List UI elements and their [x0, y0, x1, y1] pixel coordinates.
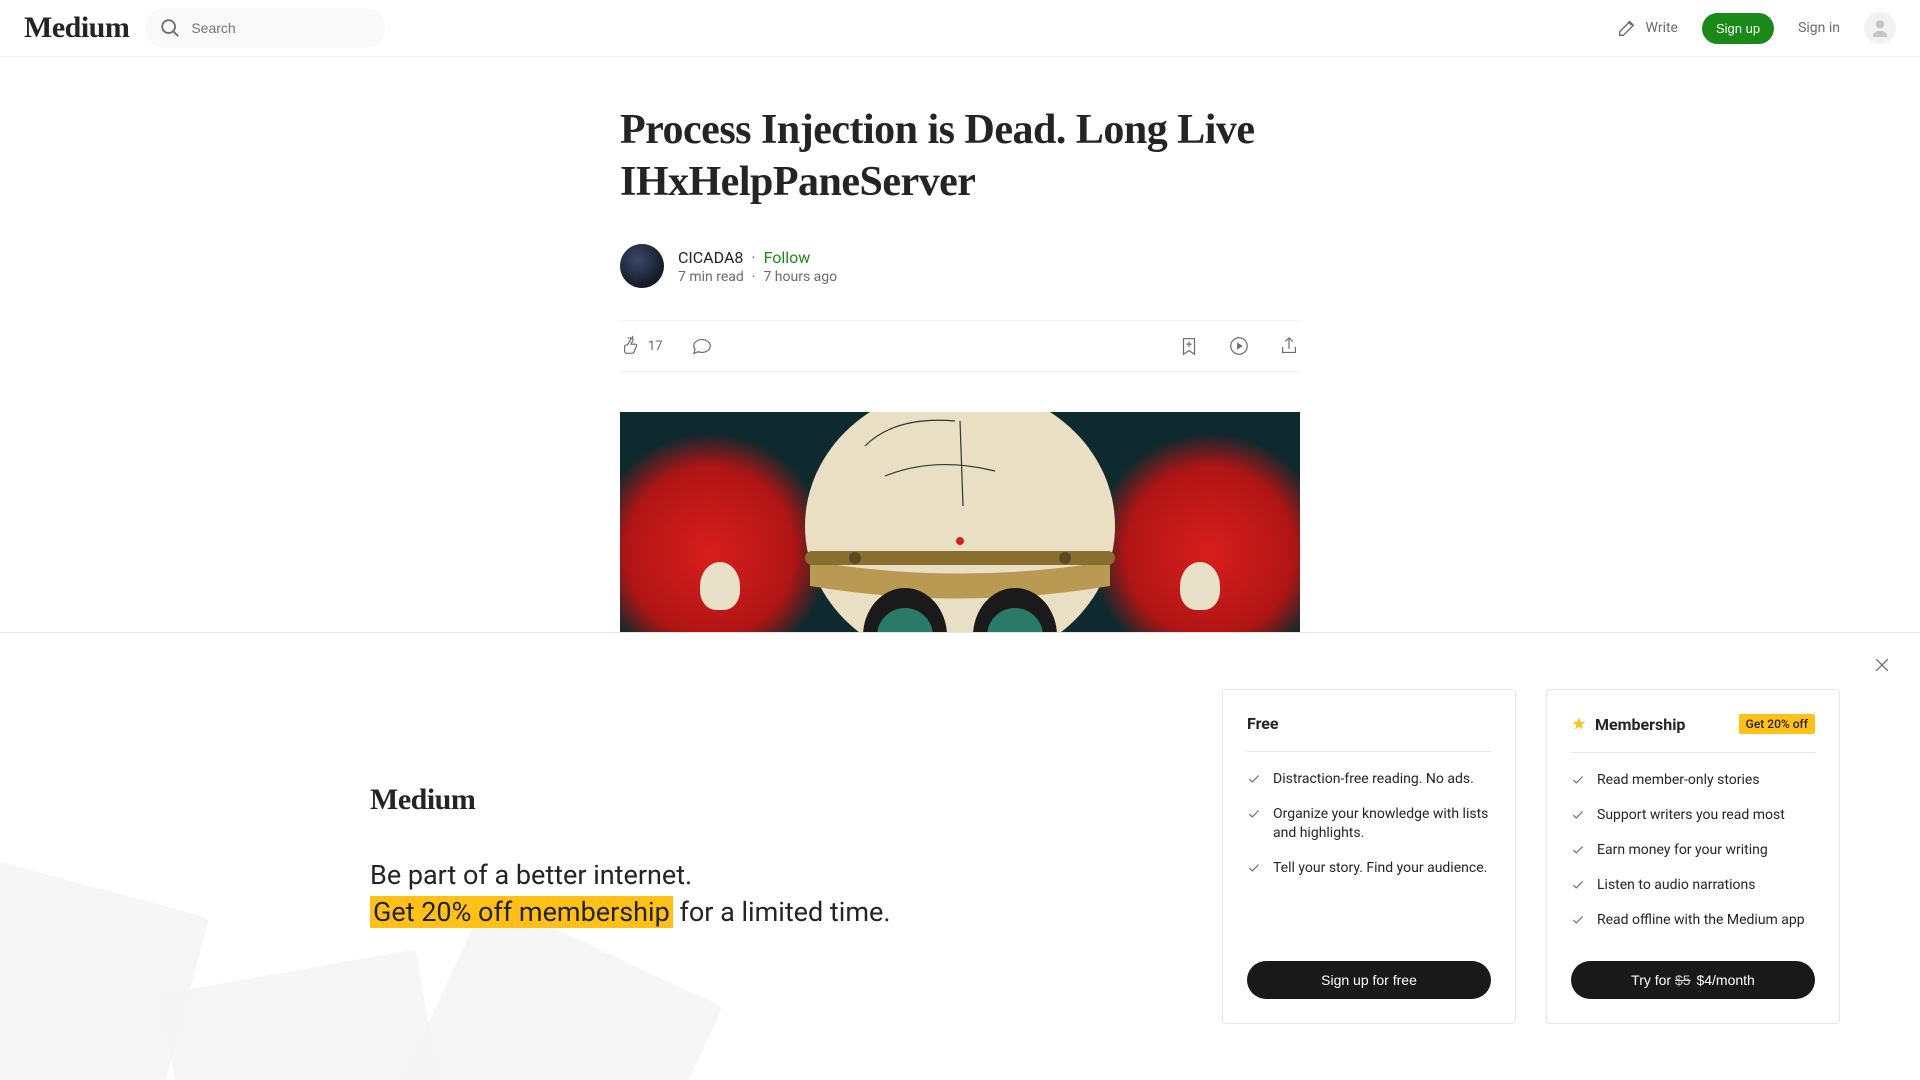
check-icon	[1571, 878, 1585, 892]
check-icon	[1247, 807, 1261, 821]
check-icon	[1571, 913, 1585, 927]
cta-prefix: Try for	[1631, 972, 1675, 988]
list-item: Distraction-free reading. No ads.	[1247, 770, 1491, 789]
article-title: Process Injection is Dead. Long Live IHx…	[620, 105, 1300, 208]
membership-promo-panel: Medium Be part of a better internet. Get…	[0, 632, 1920, 1080]
promo-left: Medium Be part of a better internet. Get…	[0, 633, 1222, 1080]
star-icon	[1571, 716, 1587, 732]
promo-tagline: Be part of a better internet. Get 20% of…	[370, 857, 1222, 930]
comment-icon	[691, 335, 713, 357]
write-link[interactable]: Write	[1616, 17, 1678, 39]
list-item: Read offline with the Medium app	[1571, 911, 1815, 930]
list-item: Earn money for your writing	[1571, 841, 1815, 860]
published-time: 7 hours ago	[763, 269, 837, 285]
write-icon	[1616, 17, 1638, 39]
byline: CICADA8 · Follow 7 min read · 7 hours ag…	[620, 244, 1300, 288]
benefit-text: Tell your story. Find your audience.	[1273, 859, 1487, 878]
site-header: Medium Write Sign up Sign in	[0, 0, 1920, 57]
anon-avatar[interactable]	[1864, 12, 1896, 44]
site-logo[interactable]: Medium	[24, 11, 129, 45]
free-benefits-list: Distraction-free reading. No ads. Organi…	[1247, 752, 1491, 945]
search-input[interactable]	[191, 20, 371, 36]
membership-card-title: Membership	[1595, 715, 1685, 734]
discount-badge: Get 20% off	[1739, 714, 1815, 734]
cta-price: $4/month	[1693, 972, 1755, 988]
promo-tagline-suffix: for a limited time.	[673, 896, 891, 928]
author-avatar[interactable]	[620, 244, 664, 288]
signin-link[interactable]: Sign in	[1798, 20, 1840, 36]
free-plan-card: Free Distraction-free reading. No ads. O…	[1222, 689, 1516, 1024]
write-label: Write	[1646, 20, 1678, 36]
follow-link[interactable]: Follow	[764, 248, 811, 267]
benefit-text: Read offline with the Medium app	[1597, 911, 1805, 930]
check-icon	[1571, 808, 1585, 822]
signup-button[interactable]: Sign up	[1702, 13, 1774, 44]
list-item: Listen to audio narrations	[1571, 876, 1815, 895]
clap-count: 17	[648, 339, 663, 354]
cta-strike-price: $5	[1675, 972, 1691, 988]
membership-try-button[interactable]: Try for $5 $4/month	[1571, 961, 1815, 999]
check-icon	[1247, 861, 1261, 875]
bookmark-add-icon	[1178, 335, 1200, 357]
benefit-text: Read member-only stories	[1597, 771, 1760, 790]
free-card-title: Free	[1247, 714, 1279, 733]
promo-close-button[interactable]	[1872, 655, 1892, 679]
clap-button[interactable]: 17	[620, 335, 663, 357]
benefit-text: Distraction-free reading. No ads.	[1273, 770, 1474, 789]
check-icon	[1247, 772, 1261, 786]
list-item: Support writers you read most	[1571, 806, 1815, 825]
list-item: Tell your story. Find your audience.	[1247, 859, 1491, 878]
promo-tagline-highlight: Get 20% off membership	[370, 896, 673, 928]
promo-tagline-line1: Be part of a better internet.	[370, 859, 692, 891]
free-signup-button[interactable]: Sign up for free	[1247, 961, 1491, 999]
listen-button[interactable]	[1228, 335, 1250, 357]
header-right: Write Sign up Sign in	[1616, 12, 1896, 44]
search-icon	[159, 17, 181, 39]
promo-logo: Medium	[370, 783, 1206, 817]
separator-dot: ·	[751, 248, 755, 267]
search-box[interactable]	[145, 8, 385, 48]
person-icon	[1869, 17, 1891, 39]
membership-plan-card: Membership Get 20% off Read member-only …	[1546, 689, 1840, 1024]
bookmark-button[interactable]	[1178, 335, 1200, 357]
list-item: Read member-only stories	[1571, 771, 1815, 790]
author-name[interactable]: CICADA8	[678, 248, 743, 267]
clap-icon	[620, 335, 642, 357]
benefit-text: Organize your knowledge with lists and h…	[1273, 805, 1491, 843]
benefit-text: Support writers you read most	[1597, 806, 1785, 825]
share-icon	[1278, 335, 1300, 357]
share-button[interactable]	[1278, 335, 1300, 357]
close-icon	[1872, 655, 1892, 675]
comment-button[interactable]	[691, 335, 713, 357]
membership-benefits-list: Read member-only stories Support writers…	[1571, 753, 1815, 945]
article: Process Injection is Dead. Long Live IHx…	[620, 57, 1300, 702]
promo-cards: Free Distraction-free reading. No ads. O…	[1222, 633, 1920, 1080]
action-bar: 17	[620, 320, 1300, 372]
benefit-text: Listen to audio narrations	[1597, 876, 1755, 895]
play-circle-icon	[1228, 335, 1250, 357]
separator-dot: ·	[752, 269, 756, 285]
benefit-text: Earn money for your writing	[1597, 841, 1768, 860]
check-icon	[1571, 843, 1585, 857]
read-time: 7 min read	[678, 269, 744, 285]
list-item: Organize your knowledge with lists and h…	[1247, 805, 1491, 843]
check-icon	[1571, 773, 1585, 787]
